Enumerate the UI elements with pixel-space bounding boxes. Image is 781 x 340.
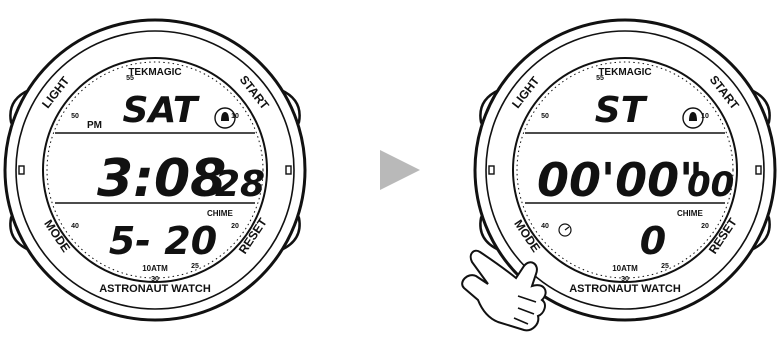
model-label: ASTRONAUT WATCH (99, 283, 211, 295)
brand-label: TEKMAGIC (128, 67, 181, 78)
display-top: ST (595, 90, 648, 131)
depth-rating: 10ATM (612, 264, 638, 273)
dial-number-40: 40 (541, 223, 549, 230)
display-chime: CHIME (207, 209, 233, 218)
dial-number-40: 40 (71, 223, 79, 230)
depth-rating: 10ATM (142, 264, 168, 273)
display-ampm: PM (87, 120, 102, 131)
dial-number-50: 50 (541, 113, 549, 120)
dial-number-30: 30 (621, 276, 629, 283)
dial-number-30: 30 (151, 276, 159, 283)
pressing-hand-icon (461, 249, 547, 332)
dial-number-25: 25 (661, 263, 669, 270)
display-main-seconds: 28 (215, 164, 265, 205)
display-bottom: 0 (640, 219, 666, 263)
dial-number-25: 25 (191, 263, 199, 270)
dial-number-50: 50 (71, 113, 79, 120)
dial-number-20: 20 (231, 223, 239, 230)
dial-number-20: 20 (701, 223, 709, 230)
display-bottom: 5- 20 (109, 219, 217, 263)
display-main: 00'00" (537, 153, 703, 207)
display-main: 3:08 (97, 149, 226, 209)
display-top: SAT (123, 90, 200, 131)
watch-left: LIGHT START MODE RESET ASTRONAUT WATCH 5… (3, 18, 307, 322)
progress-arrow-icon (380, 150, 420, 190)
model-label: ASTRONAUT WATCH (569, 283, 681, 295)
display-main-hundredths: 00 (687, 165, 734, 205)
display-chime: CHIME (677, 209, 703, 218)
brand-label: TEKMAGIC (598, 67, 651, 78)
diagram-canvas: LIGHT START MODE RESET ASTRONAUT WATCH 5… (3, 18, 777, 332)
